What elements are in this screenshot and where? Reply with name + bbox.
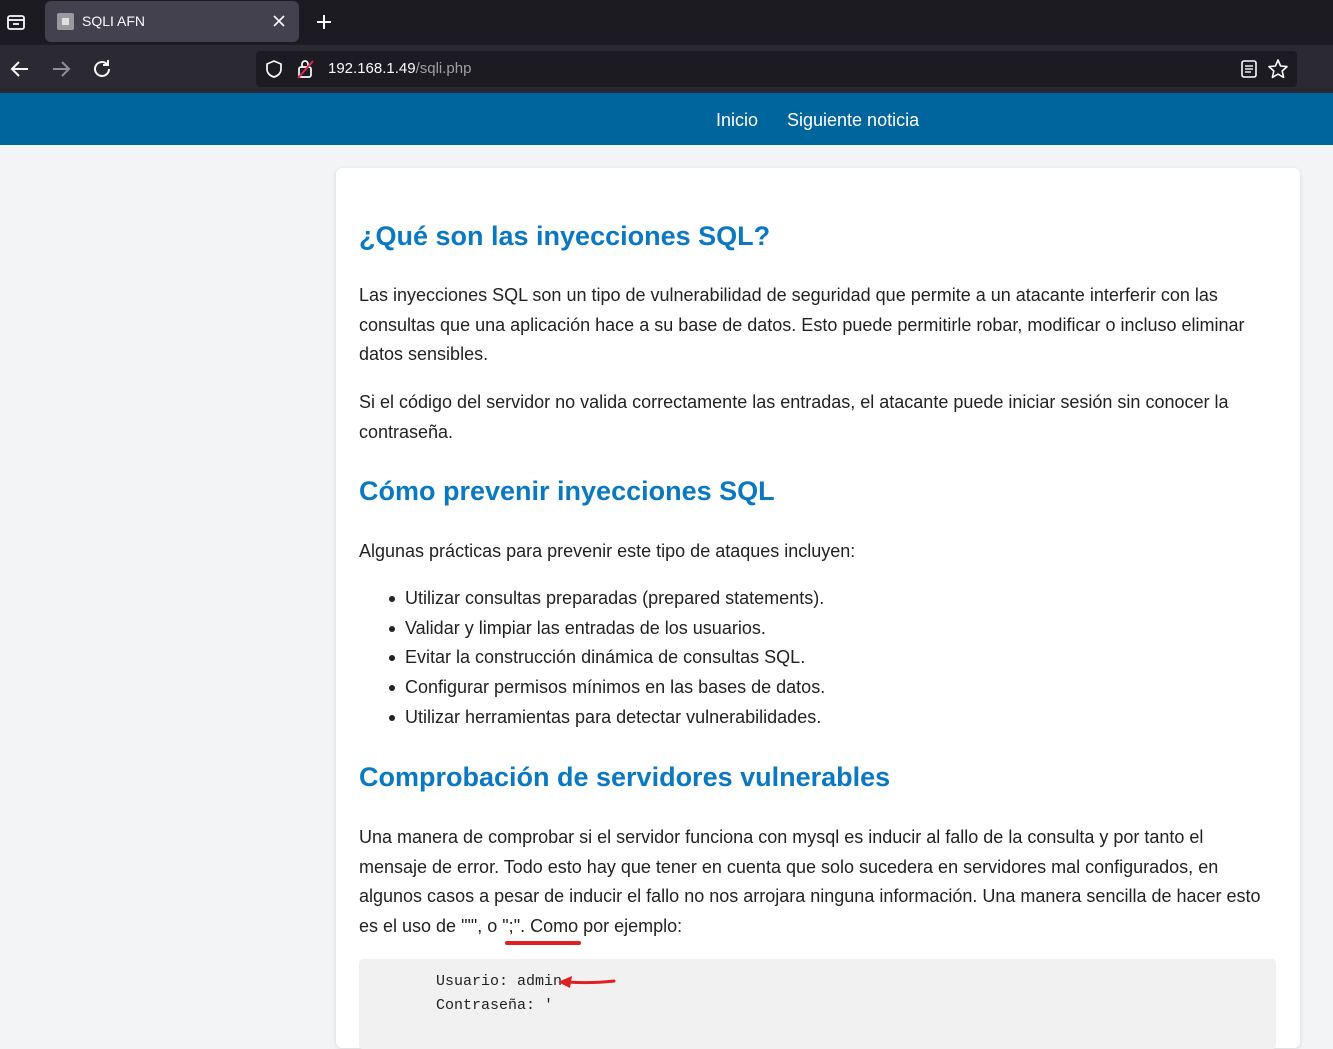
- list-item: Validar y limpiar las entradas de los us…: [387, 614, 825, 644]
- browser-tab-bar: SQLI AFN: [0, 0, 1333, 45]
- reader-view-icon[interactable]: [1239, 59, 1259, 79]
- back-arrow-icon[interactable]: [8, 57, 32, 81]
- close-icon[interactable]: [269, 11, 289, 31]
- nav-link-siguiente-noticia[interactable]: Siguiente noticia: [787, 110, 919, 131]
- article-card: ¿Qué son las inyecciones SQL? Las inyecc…: [336, 168, 1300, 1049]
- practices-list: Utilizar consultas preparadas (prepared …: [387, 584, 825, 733]
- paragraph-comprobacion: Una manera de comprobar si el servidor f…: [359, 827, 1261, 936]
- forward-arrow-icon[interactable]: [49, 57, 73, 81]
- heading-que-son: ¿Qué son las inyecciones SQL?: [359, 221, 771, 251]
- list-item: Utilizar consultas preparadas (prepared …: [387, 584, 825, 614]
- code-line-contrasena: Contraseña: ': [436, 997, 554, 1014]
- site-favicon-icon: [57, 13, 74, 30]
- browser-tab-active[interactable]: SQLI AFN: [45, 1, 299, 42]
- code-block: Usuario: admin Contraseña: ': [359, 959, 1276, 1049]
- insecure-lock-icon[interactable]: [296, 58, 316, 80]
- url-host: 192.168.1.49: [328, 60, 416, 77]
- code-line-usuario: Usuario: admin: [436, 973, 563, 990]
- annotation-arrow-icon: [558, 976, 616, 988]
- address-bar[interactable]: 192.168.1.49/sqli.php: [256, 51, 1297, 87]
- url-path: /sqli.php: [415, 60, 472, 77]
- site-header: Inicio Siguiente noticia: [0, 93, 1333, 145]
- new-tab-plus-icon[interactable]: [312, 10, 336, 34]
- paragraph-login-bypass: Si el código del servidor no valida corr…: [359, 392, 1229, 442]
- paragraph-practicas: Algunas prácticas para prevenir este tip…: [359, 541, 856, 561]
- bookmark-star-icon[interactable]: [1267, 58, 1289, 80]
- browser-nav-bar: 192.168.1.49/sqli.php: [0, 45, 1333, 93]
- reload-icon[interactable]: [90, 57, 114, 81]
- annotation-underline: [505, 941, 581, 945]
- tab-list-icon[interactable]: [4, 10, 28, 34]
- nav-link-inicio[interactable]: Inicio: [716, 110, 758, 131]
- tab-title: SQLI AFN: [82, 13, 146, 29]
- list-item: Utilizar herramientas para detectar vuln…: [387, 703, 825, 733]
- list-item: Configurar permisos mínimos en las bases…: [387, 673, 825, 703]
- url-text[interactable]: 192.168.1.49/sqli.php: [328, 60, 471, 77]
- paragraph-intro: Las inyecciones SQL son un tipo de vulne…: [359, 285, 1245, 364]
- heading-como-prevenir: Cómo prevenir inyecciones SQL: [359, 476, 775, 506]
- heading-comprobacion: Comprobación de servidores vulnerables: [359, 762, 891, 792]
- tracking-protection-shield-icon[interactable]: [264, 59, 284, 79]
- list-item: Evitar la construcción dinámica de consu…: [387, 643, 825, 673]
